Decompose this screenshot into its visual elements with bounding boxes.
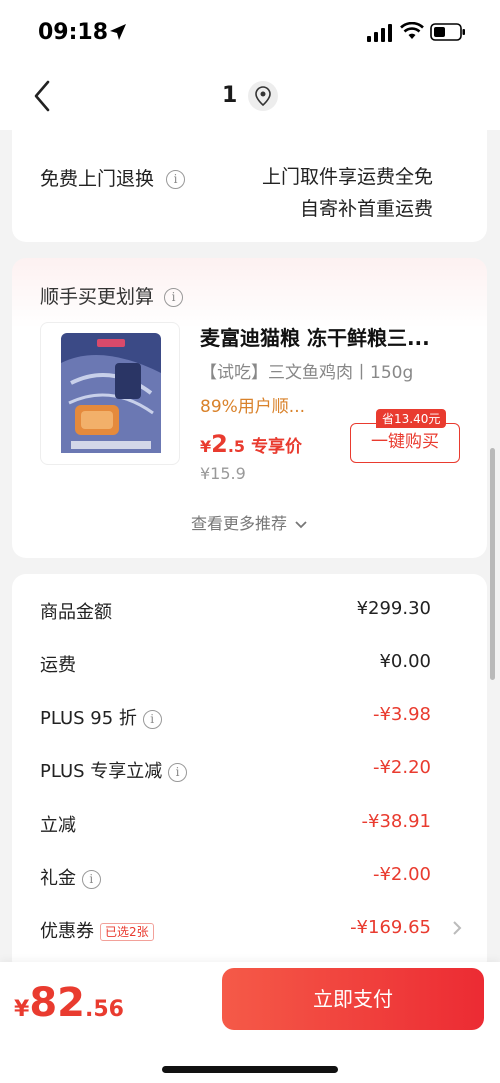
- home-indicator[interactable]: [162, 1066, 338, 1073]
- summary-row-plus-discount: PLUS 95 折 i -¥3.98: [40, 704, 431, 729]
- product-rating: 89%用户顺...: [200, 397, 305, 417]
- summary-row-plus-reduction: PLUS 专享立减 i -¥2.20: [40, 757, 431, 782]
- return-info-line2: 自寄补首重运费: [299, 198, 433, 220]
- battery-icon: [430, 23, 465, 41]
- status-bar: 09:18: [0, 0, 500, 64]
- bottom-pay-bar: ¥82.56 立即支付: [0, 962, 500, 1083]
- order-summary-card: 商品金额 ¥299.30 运费 ¥0.00 PLUS 95 折 i -¥3.98…: [12, 574, 487, 974]
- pay-now-button[interactable]: 立即支付: [222, 968, 484, 1030]
- recommend-card: 顺手买更划算 i 麦富迪猫粮 冻干鲜粮三... 【试吃】三文鱼鸡肉丨150g 8…: [12, 258, 487, 558]
- info-icon[interactable]: i: [81, 869, 101, 889]
- scrollbar[interactable]: [490, 448, 495, 680]
- info-icon[interactable]: i: [164, 288, 184, 307]
- summary-row-coupon[interactable]: 优惠券 已选2张 -¥169.65: [40, 917, 462, 947]
- summary-row-shipping: 运费 ¥0.00: [40, 651, 431, 676]
- status-time: 09:18: [38, 20, 109, 45]
- coupon-count-chip: 已选2张: [100, 923, 154, 941]
- info-icon[interactable]: i: [166, 170, 186, 189]
- location-pin-icon[interactable]: [248, 81, 278, 111]
- more-recommend-link[interactable]: 查看更多推荐: [12, 510, 487, 534]
- one-click-buy-button[interactable]: 一键购买: [350, 423, 460, 463]
- info-icon[interactable]: i: [168, 762, 188, 782]
- nav-title: 1: [222, 83, 238, 108]
- original-price: ¥15.9: [200, 464, 246, 483]
- product-name[interactable]: 麦富迪猫粮 冻干鲜粮三...: [200, 322, 470, 351]
- summary-row-gift-money: 礼金 i -¥2.00: [40, 864, 431, 889]
- summary-row-goods: 商品金额 ¥299.30: [40, 598, 431, 623]
- return-info-line1: 上门取件享运费全免: [261, 166, 433, 188]
- total-price: ¥82.56: [14, 980, 124, 1026]
- product-price: ¥2.5 专享价: [200, 430, 303, 458]
- wifi-icon: [400, 22, 424, 39]
- free-return-card: 免费上门退换 i 上门取件享运费全免 自寄补首重运费: [12, 120, 487, 242]
- summary-row-instant-reduction: 立减 -¥38.91: [40, 811, 431, 836]
- product-image[interactable]: [40, 322, 180, 465]
- save-badge: 省13.40元: [376, 409, 447, 428]
- product-spec: 【试吃】三文鱼鸡肉丨150g: [200, 363, 414, 383]
- free-return-label: 免费上门退换 i: [40, 164, 186, 191]
- back-chevron-icon[interactable]: [28, 78, 58, 114]
- recommend-title: 顺手买更划算 i: [40, 282, 184, 309]
- info-icon[interactable]: i: [142, 709, 162, 729]
- chevron-right-icon[interactable]: [451, 919, 463, 937]
- signal-icon: [367, 24, 392, 42]
- chevron-down-icon: [295, 520, 307, 528]
- location-arrow-icon: [110, 24, 126, 40]
